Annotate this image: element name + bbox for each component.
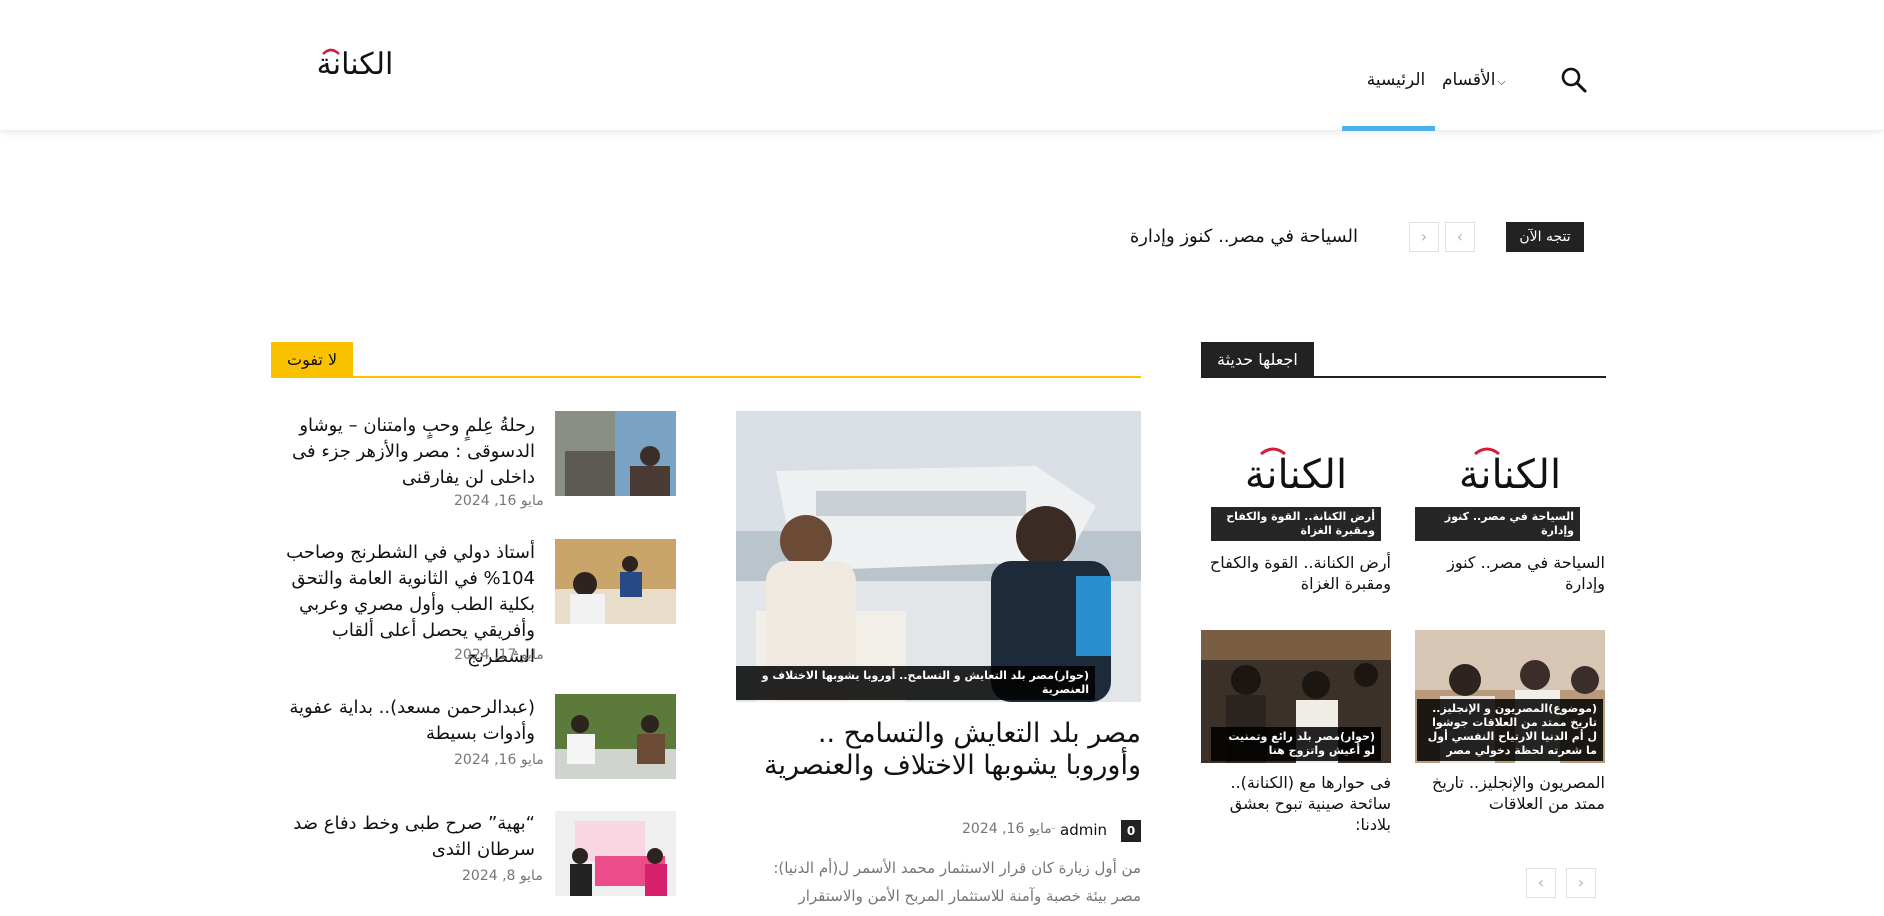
- chevron-left-icon: ‹: [1456, 227, 1464, 246]
- comment-count-badge[interactable]: 0: [1121, 820, 1141, 842]
- chevron-left-icon: ‹: [1537, 873, 1545, 892]
- main-post-excerpt: من أول زيارة كان قرار الاستثمار محمد الأ…: [773, 859, 1141, 905]
- side-post-date: مايو 16, 2024: [454, 493, 544, 509]
- post-author[interactable]: admin: [1060, 821, 1107, 839]
- side-post-title[interactable]: رحلةُ عِلمٍ وحبٍ وامتنان – يوشاو الدسوقى…: [275, 413, 535, 491]
- main-post-title[interactable]: مصر بلد التعايش والتسامح .. وأوروبا يشوب…: [760, 718, 1141, 782]
- side-post-thumbnail[interactable]: [555, 539, 676, 624]
- svg-text:الكنانة: الكنانة: [1245, 452, 1347, 498]
- side-post-date: مايو 8, 2024: [462, 868, 543, 884]
- nav-sections[interactable]: الأقسام ⌵: [1442, 70, 1510, 90]
- side-post-thumbnail[interactable]: [555, 694, 676, 779]
- ticker-next-button[interactable]: ›: [1409, 222, 1439, 252]
- ticker-headline[interactable]: السياحة في مصر.. كنوز وإدارة: [1090, 222, 1358, 252]
- chevron-right-icon: ›: [1577, 873, 1585, 892]
- side-post-title[interactable]: (عبدالرحمن مسعد).. بداية عفوية وأدوات بس…: [275, 695, 535, 747]
- latest-post-image[interactable]: (حوار)مصر بلد رائع وتمنيت لو أعيش واتزوج…: [1201, 630, 1391, 763]
- latest-post-caption[interactable]: (حوار)مصر بلد رائع وتمنيت لو أعيش واتزوج…: [1211, 727, 1381, 761]
- latest-post-title[interactable]: السياحة في مصر.. كنوز وإدارة: [1415, 552, 1605, 594]
- latest-post-image[interactable]: الكنانة أرض الكنانة.. القوة والكفاح ومقب…: [1201, 410, 1391, 543]
- main-post-image[interactable]: (حوار)مصر بلد التعايش و التسامح.. أوروبا…: [736, 411, 1141, 702]
- nav-sections-label: الأقسام: [1442, 70, 1496, 90]
- latest-post-caption[interactable]: السياحة في مصر.. كنوز وإدارة: [1415, 507, 1580, 541]
- side-post-thumbnail[interactable]: [555, 811, 676, 896]
- nav-home[interactable]: الرئيسية: [1350, 70, 1442, 131]
- dont-miss-underline: [271, 376, 1141, 378]
- latest-post-title[interactable]: فى حوارها مع (الكنانة).. سائحة صينية تبو…: [1201, 772, 1391, 835]
- side-post-thumbnail[interactable]: [555, 411, 676, 496]
- latest-post-caption[interactable]: أرض الكنانة.. القوة والكفاح ومقبرة الغزا…: [1211, 507, 1381, 541]
- latest-underline: [1201, 376, 1606, 378]
- latest-post-caption[interactable]: (موضوع)المصريون و الإنجليز.. تاريخ ممتد …: [1417, 699, 1603, 761]
- latest-post-title[interactable]: المصريون والإنجليز.. تاريخ ممتد من العلا…: [1415, 772, 1605, 814]
- logo-text: الكنانة: [317, 47, 394, 82]
- svg-text:الكنانة: الكنانة: [1459, 452, 1561, 498]
- site-logo[interactable]: الكنانة: [303, 40, 407, 88]
- latest-next-button[interactable]: ›: [1566, 868, 1596, 898]
- latest-post-image[interactable]: (موضوع)المصريون و الإنجليز.. تاريخ ممتد …: [1415, 630, 1605, 763]
- side-post-date: مايو 17, 2024: [454, 647, 544, 663]
- side-post-date: مايو 16, 2024: [454, 752, 544, 768]
- search-icon[interactable]: [1560, 66, 1588, 94]
- latest-post-title[interactable]: أرض الكنانة.. القوة والكفاح ومقبرة الغزا…: [1201, 552, 1391, 594]
- ticker-prev-button[interactable]: ‹: [1445, 222, 1475, 252]
- chevron-down-icon: ⌵: [1497, 75, 1506, 88]
- latest-post-image[interactable]: الكنانة السياحة في مصر.. كنوز وإدارة: [1415, 410, 1605, 543]
- main-post-date: مايو 16, 2024: [962, 821, 1052, 837]
- latest-prev-button[interactable]: ‹: [1526, 868, 1556, 898]
- nav-active-indicator: [1342, 126, 1435, 131]
- main-post-category-caption[interactable]: (حوار)مصر بلد التعايش و التسامح.. أوروبا…: [736, 666, 1095, 700]
- ticker-badge: تتجه الآن: [1506, 222, 1584, 252]
- side-post-title[interactable]: “بهية” صرح طبى وخط دفاع ضد سرطان الثدى: [275, 811, 535, 863]
- dont-miss-title: لا تفوت: [271, 342, 354, 378]
- site-header: الكنانة الأقسام ⌵ الرئيسية: [0, 0, 1884, 131]
- chevron-right-icon: ›: [1420, 227, 1428, 246]
- latest-title: اجعلها حديثة: [1201, 342, 1314, 378]
